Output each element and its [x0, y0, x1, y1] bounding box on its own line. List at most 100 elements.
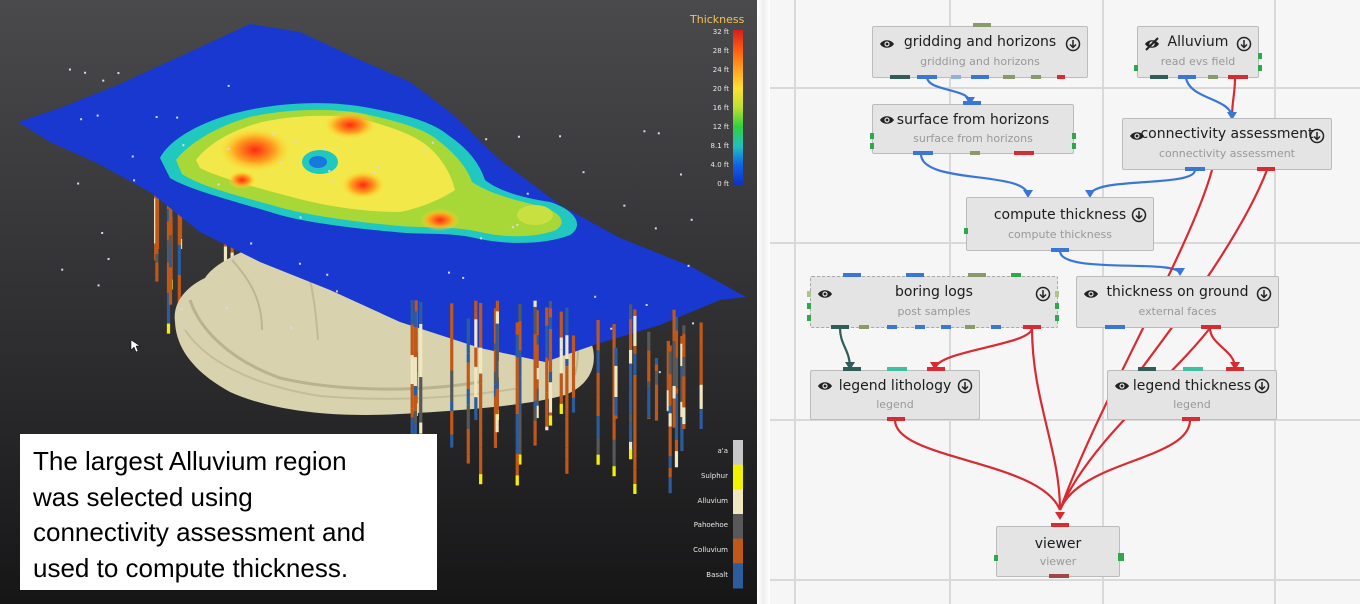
boring-segment [413, 357, 417, 387]
boring-segment [495, 323, 499, 351]
boring-segment [647, 331, 651, 351]
boring-segment [548, 317, 553, 329]
sample-point [687, 264, 690, 267]
boring-segment [450, 338, 454, 371]
boring-segment [682, 424, 686, 429]
boring-segment [699, 322, 703, 355]
download-icon[interactable] [1065, 36, 1081, 52]
boring-segment [493, 446, 498, 449]
boring-segment [168, 291, 173, 305]
sample-point [280, 161, 283, 164]
node-surface-from-horizons[interactable]: surface from horizons surface from horiz… [870, 101, 1076, 155]
boring-segment [450, 401, 454, 412]
boring-segment [410, 408, 414, 418]
sample-point [107, 257, 110, 260]
sample-point [96, 114, 99, 117]
sample-point [654, 227, 657, 230]
node-viewer[interactable]: viewer viewer [994, 523, 1124, 578]
boring-segment [410, 324, 414, 356]
colorbar-tick-label: 20 ft [712, 85, 729, 93]
sample-point [182, 144, 185, 147]
download-icon[interactable] [1236, 36, 1252, 52]
node-legend-thickness[interactable]: legend thickness legend [1107, 367, 1277, 421]
boring-segment [479, 474, 483, 485]
boring-segment [633, 397, 637, 429]
sample-point [657, 132, 660, 135]
material-swatch [733, 563, 743, 589]
download-icon[interactable] [957, 378, 973, 394]
boring-segment [515, 414, 519, 437]
sample-point [335, 290, 338, 293]
sample-point [294, 140, 297, 143]
sample-point [225, 306, 228, 309]
boring-segment [548, 371, 553, 383]
boring-segment [682, 356, 686, 377]
connection-wire [1088, 169, 1197, 197]
boring-segment [596, 394, 600, 417]
boring-segment [533, 420, 537, 431]
boring-segment [155, 254, 159, 263]
sample-point [326, 273, 329, 276]
boring-segment [466, 330, 470, 354]
boring-segment [177, 274, 181, 298]
boring-segment [614, 415, 618, 419]
boring-segment [533, 300, 537, 307]
boring-segment [413, 327, 417, 346]
download-icon[interactable] [1035, 286, 1051, 302]
boring-segment [515, 453, 519, 479]
3d-viewport[interactable]: Thickness 32 ft 28 ft 24 ft 20 ft 16 ft 12 ft… [0, 0, 757, 604]
sample-point [155, 116, 158, 119]
sample-point [610, 327, 613, 330]
node-compute-thickness[interactable]: compute thickness compute thickness [964, 197, 1154, 252]
node-subtitle: external faces [1138, 305, 1217, 318]
node-gridding-and-horizons[interactable]: gridding and horizons gridding and horiz… [872, 23, 1088, 79]
boring-segment [565, 335, 569, 360]
boring-segment [548, 308, 553, 318]
boring-segment [479, 347, 483, 374]
material-swatch [733, 489, 743, 515]
sample-point [176, 116, 179, 119]
boring-segment [419, 422, 423, 434]
boring-segment [495, 414, 499, 425]
boring-segment [410, 355, 414, 385]
sample-point [582, 171, 585, 174]
sample-point [377, 165, 380, 168]
boring-segment [628, 349, 633, 364]
colorbar-tick-label: 0 ft [717, 180, 729, 188]
download-icon[interactable] [1256, 286, 1272, 302]
connection-wire [919, 153, 1030, 197]
boring-segment [565, 416, 569, 433]
download-icon[interactable] [1131, 207, 1147, 223]
connection-wire [1030, 327, 1062, 511]
boring-segment [628, 363, 633, 389]
boring-segment [223, 246, 228, 262]
boring-segment [596, 372, 600, 395]
sample-point [431, 141, 434, 144]
node-boring-logs[interactable]: boring logs post samples [807, 273, 1059, 329]
boring-segment [479, 373, 483, 384]
boring-segment [596, 437, 600, 457]
node-connectivity-assessment[interactable]: connectivity assessment connectivity ass… [1122, 118, 1332, 171]
boring-segment [419, 323, 423, 347]
boring-segment [559, 311, 563, 338]
boring-segment [155, 198, 160, 213]
network-editor-canvas[interactable]: gridding and horizons gridding and horiz… [770, 0, 1360, 604]
boring-segment [533, 400, 537, 409]
boring-segment [413, 345, 417, 358]
boring-segment [495, 300, 500, 312]
download-icon[interactable] [1309, 128, 1325, 144]
sample-point [679, 173, 682, 176]
material-legend-swatches [733, 440, 743, 589]
node-title: legend lithology [838, 378, 952, 394]
sample-point [102, 79, 105, 82]
node-thickness-on-ground[interactable]: thickness on ground external faces [1076, 276, 1279, 329]
node-subtitle: legend [1173, 398, 1211, 411]
node-legend-lithology[interactable]: legend lithology legend [810, 367, 980, 421]
download-icon[interactable] [1254, 378, 1270, 394]
boring-segment [559, 337, 563, 350]
boring-segment [628, 388, 633, 414]
boring-segment [633, 428, 637, 459]
boring-segment [647, 417, 651, 419]
boring-segment [495, 424, 499, 433]
node-alluvium[interactable]: Alluvium read evs field [1134, 26, 1262, 79]
